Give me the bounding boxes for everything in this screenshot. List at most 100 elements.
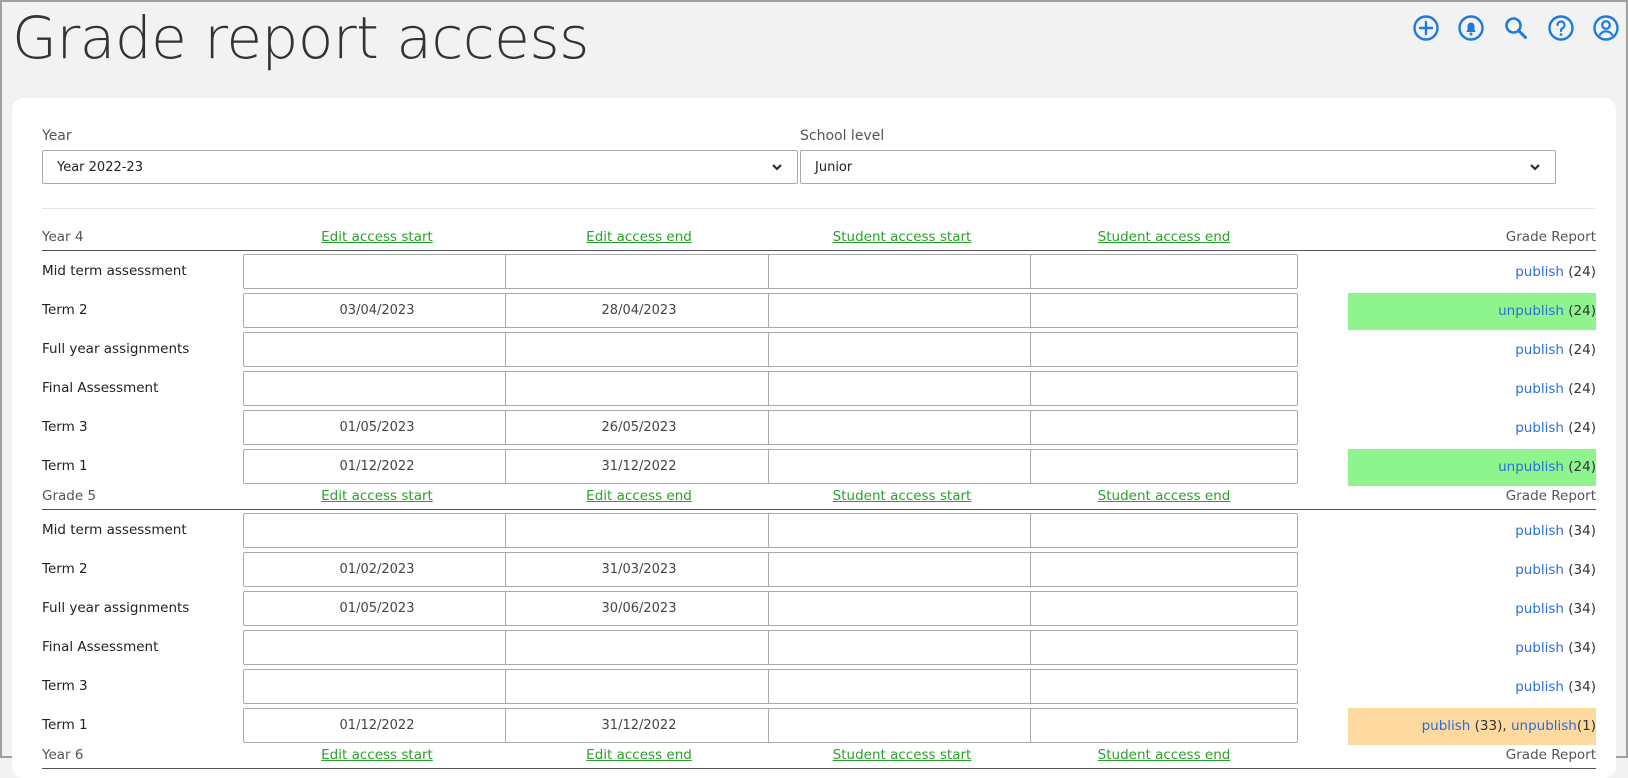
period-label: Mid term assessment <box>42 263 187 279</box>
header-student-access-start-link[interactable]: Student access start <box>768 229 1036 245</box>
student-access-end-field[interactable] <box>1030 410 1298 445</box>
student-count: (34) <box>1568 679 1596 695</box>
student-access-end-field[interactable] <box>1030 371 1298 406</box>
student-access-start-field[interactable] <box>768 332 1036 367</box>
student-access-end-field[interactable] <box>1030 669 1298 704</box>
header-edit-access-start-link[interactable]: Edit access start <box>243 229 511 245</box>
edit-access-end-field[interactable]: 28/04/2023 <box>505 293 773 328</box>
edit-access-start-field[interactable]: 01/05/2023 <box>243 591 511 626</box>
publish-link[interactable]: publish <box>1515 523 1564 539</box>
student-access-end-field[interactable] <box>1030 591 1298 626</box>
student-access-start-field[interactable] <box>768 591 1036 626</box>
edit-access-start-field[interactable] <box>243 254 511 289</box>
publish-link[interactable]: publish <box>1515 420 1564 436</box>
student-access-start-field[interactable] <box>768 630 1036 665</box>
student-access-start-field[interactable] <box>768 410 1036 445</box>
edit-access-start-field[interactable]: 01/12/2022 <box>243 449 511 484</box>
unpublish-link[interactable]: unpublish <box>1498 459 1564 475</box>
header-student-access-start-link[interactable]: Student access start <box>768 747 1036 763</box>
year-select[interactable]: Year 2022-23 <box>42 150 798 184</box>
unpublish-link[interactable]: unpublish <box>1498 303 1564 319</box>
year-label: Year <box>42 128 72 144</box>
student-access-end-field[interactable] <box>1030 332 1298 367</box>
table-row: Mid term assessment publish (24) <box>42 251 1596 290</box>
student-access-start-field[interactable] <box>768 449 1036 484</box>
bell-icon[interactable] <box>1457 14 1485 42</box>
publish-link[interactable]: publish <box>1515 640 1564 656</box>
header-student-access-end-link[interactable]: Student access end <box>1030 229 1298 245</box>
header-edit-access-end-link[interactable]: Edit access end <box>505 229 773 245</box>
student-access-end-field[interactable] <box>1030 630 1298 665</box>
student-access-start-field[interactable] <box>768 371 1036 406</box>
student-access-end-field[interactable] <box>1030 552 1298 587</box>
year-filter: Year Year 2022-23 <box>42 128 798 184</box>
page-title: Grade report access <box>12 4 589 72</box>
publish-link[interactable]: publish <box>1515 264 1564 280</box>
student-access-end-field[interactable] <box>1030 293 1298 328</box>
edit-access-end-field[interactable] <box>505 513 773 548</box>
publish-link[interactable]: publish <box>1422 718 1471 734</box>
account-icon[interactable] <box>1592 14 1620 42</box>
student-access-end-field[interactable] <box>1030 513 1298 548</box>
header-student-access-end-link[interactable]: Student access end <box>1030 488 1298 504</box>
publish-link[interactable]: publish <box>1515 381 1564 397</box>
edit-access-end-field[interactable] <box>505 332 773 367</box>
content-card: Year Year 2022-23 School level Junior Ye… <box>12 98 1616 778</box>
edit-access-start-field[interactable]: 01/12/2022 <box>243 708 511 743</box>
publish-link[interactable]: publish <box>1515 601 1564 617</box>
search-icon[interactable] <box>1502 14 1530 42</box>
student-access-start-field[interactable] <box>768 669 1036 704</box>
student-access-start-field[interactable] <box>768 254 1036 289</box>
header-edit-access-start-link[interactable]: Edit access start <box>243 747 511 763</box>
edit-access-start-field[interactable] <box>243 371 511 406</box>
header-edit-access-start-link[interactable]: Edit access start <box>243 488 511 504</box>
table-row: Term 1 01/12/2022 31/12/2022 publish (33),… <box>42 705 1596 745</box>
add-circle-icon[interactable] <box>1412 14 1440 42</box>
table-row: Term 2 03/04/2023 28/04/2023 unpublish (24… <box>42 290 1596 330</box>
student-access-end-field[interactable] <box>1030 254 1298 289</box>
student-access-end-field[interactable] <box>1030 708 1298 743</box>
edit-access-start-field[interactable]: 01/02/2023 <box>243 552 511 587</box>
publish-link[interactable]: publish <box>1515 342 1564 358</box>
edit-access-start-field[interactable]: 01/05/2023 <box>243 410 511 445</box>
divider <box>42 208 1596 209</box>
student-access-end-field[interactable] <box>1030 449 1298 484</box>
student-count: (33), <box>1474 718 1507 734</box>
grade-report-cell: publish (34) <box>1348 513 1596 550</box>
edit-access-end-field[interactable]: 30/06/2023 <box>505 591 773 626</box>
edit-access-start-field[interactable] <box>243 332 511 367</box>
period-label: Final Assessment <box>42 639 159 655</box>
edit-access-start-field[interactable] <box>243 513 511 548</box>
edit-access-start-field[interactable]: 03/04/2023 <box>243 293 511 328</box>
edit-access-end-field[interactable]: 31/12/2022 <box>505 708 773 743</box>
edit-access-end-field[interactable] <box>505 371 773 406</box>
grade-report-cell: unpublish (24) <box>1348 449 1596 486</box>
header-edit-access-end-link[interactable]: Edit access end <box>505 747 773 763</box>
table-row: Term 3 publish (34) <box>42 666 1596 705</box>
edit-access-end-field[interactable] <box>505 254 773 289</box>
edit-access-end-field[interactable]: 26/05/2023 <box>505 410 773 445</box>
help-icon[interactable] <box>1547 14 1575 42</box>
publish-link[interactable]: publish <box>1515 562 1564 578</box>
table-row: Mid term assessment publish (34) <box>42 510 1596 549</box>
edit-access-start-field[interactable] <box>243 630 511 665</box>
chevron-down-icon <box>1530 164 1540 171</box>
edit-access-end-field[interactable] <box>505 669 773 704</box>
school-level-select[interactable]: Junior <box>800 150 1556 184</box>
school-level-select-value: Junior <box>815 159 853 175</box>
edit-access-end-field[interactable]: 31/03/2023 <box>505 552 773 587</box>
student-access-start-field[interactable] <box>768 708 1036 743</box>
header-student-access-start-link[interactable]: Student access start <box>768 488 1036 504</box>
student-access-start-field[interactable] <box>768 293 1036 328</box>
header-edit-access-end-link[interactable]: Edit access end <box>505 488 773 504</box>
edit-access-end-field[interactable] <box>505 630 773 665</box>
unpublish-link[interactable]: unpublish <box>1511 718 1577 734</box>
edit-access-start-field[interactable] <box>243 669 511 704</box>
student-access-start-field[interactable] <box>768 552 1036 587</box>
grade-report-cell: unpublish (24) <box>1348 293 1596 330</box>
publish-link[interactable]: publish <box>1515 679 1564 695</box>
header-student-access-end-link[interactable]: Student access end <box>1030 747 1298 763</box>
table-row: Full year assignments publish (24) <box>42 329 1596 368</box>
student-access-start-field[interactable] <box>768 513 1036 548</box>
edit-access-end-field[interactable]: 31/12/2022 <box>505 449 773 484</box>
